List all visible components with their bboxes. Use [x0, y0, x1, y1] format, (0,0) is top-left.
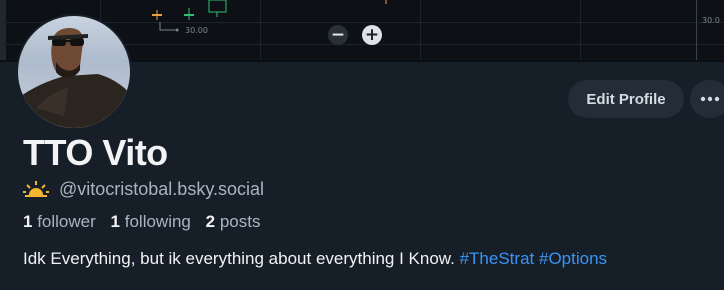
edit-profile-button[interactable]: Edit Profile	[568, 80, 684, 118]
profile-stats: 1 follower 1 following 2 posts	[23, 212, 260, 232]
posts-label: posts	[219, 212, 261, 231]
hashtag-link[interactable]: #Options	[539, 249, 607, 268]
price-marker-label: 30.00	[185, 26, 208, 35]
bio-text: Idk Everything, but ik everything about …	[23, 249, 455, 268]
followers-link[interactable]: 1 follower	[23, 212, 96, 231]
price-leader-dot	[175, 28, 179, 32]
following-label: following	[124, 212, 191, 231]
posts-stat: 2 posts	[206, 212, 261, 231]
bio: Idk Everything, but ik everything about …	[23, 249, 607, 269]
banner-frame-right	[696, 0, 697, 62]
zoom-in-button[interactable]: +	[362, 25, 382, 45]
following-link[interactable]: 1 following	[111, 212, 191, 231]
axis-price-label: 30.0	[702, 16, 720, 25]
handle: @vitocristobal.bsky.social	[59, 178, 265, 199]
price-leader-line	[159, 22, 175, 31]
candle	[208, 0, 227, 13]
more-options-button[interactable]	[690, 80, 724, 118]
display-name: TTO Vito	[23, 132, 168, 173]
avatar-photo	[18, 28, 130, 128]
avatar[interactable]	[16, 14, 132, 130]
posts-count: 2	[205, 212, 216, 231]
sunrise-icon	[23, 181, 49, 197]
ellipsis-icon	[700, 96, 720, 102]
zoom-out-button[interactable]: −	[328, 25, 348, 45]
followers-count: 1	[23, 212, 33, 231]
hashtag-link[interactable]: #TheStrat	[460, 249, 535, 268]
followers-label: follower	[37, 212, 96, 231]
following-count: 1	[110, 212, 120, 231]
handle-row: @vitocristobal.bsky.social	[23, 178, 264, 200]
